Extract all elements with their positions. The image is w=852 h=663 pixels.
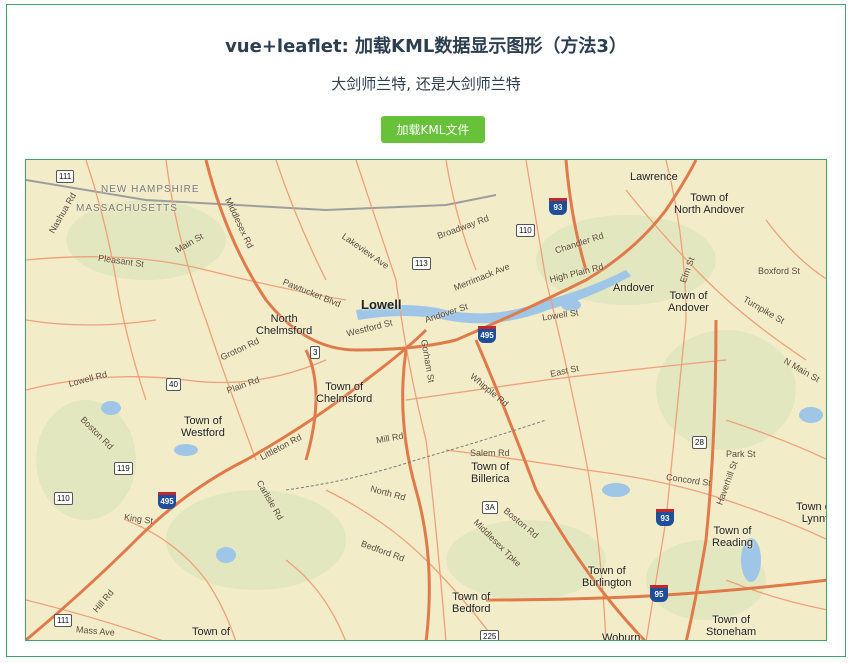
state-label: NEW HAMPSHIRE [101,184,200,195]
city-label: Town of Burlington [582,565,632,589]
route-shield: 28 [692,436,707,449]
city-label: Town of Chelmsford [316,381,373,405]
city-label: Town of Andover [668,290,709,314]
road-label: Park St [726,449,756,459]
interstate-shield: 93 [549,198,567,215]
interstate-shield: 95 [650,585,668,602]
city-label: Town of Westford [181,415,225,439]
city-label: Town of [192,626,230,638]
road-label: Salem Rd [470,448,510,458]
city-label: Town of Billerica [471,461,510,485]
interstate-shield: 495 [158,492,176,509]
route-shield: 111 [56,170,75,183]
interstate-shield: 495 [478,326,496,343]
basemap-tiles [26,160,826,640]
city-label: Town of Lynnf [796,501,827,525]
city-label: Lowell [361,297,402,312]
load-kml-button[interactable]: 加载KML文件 [381,116,485,143]
page-subtitle: 大剑师兰特, 还是大剑师兰特 [331,75,521,93]
route-shield: 3 [310,346,321,359]
city-label: Lawrence [630,171,678,183]
city-label: Town of Bedford [452,591,491,615]
city-label: Town of Reading [712,525,753,549]
route-shield: 3A [482,501,498,514]
route-shield: 110 [54,492,73,505]
route-shield: 113 [412,257,431,270]
city-label: North Chelmsford [256,313,313,337]
road-label: Boxford St [758,266,801,276]
route-shield: 225 [480,630,500,640]
city-label: Woburn [602,632,641,641]
route-shield: 111 [54,614,73,627]
interstate-shield: 93 [656,509,674,526]
route-shield: 40 [166,378,181,391]
state-label: MASSACHUSETTS [76,203,178,214]
route-shield: 110 [516,224,535,237]
route-shield: 119 [114,462,133,475]
page-title: vue+leaflet: 加载KML数据显示图形（方法3） [225,36,627,57]
map-container[interactable]: NEW HAMPSHIRE MASSACHUSETTS Lowell North… [25,159,827,641]
city-label: Town of Stoneham [706,614,757,638]
city-label: Andover [613,282,654,294]
city-label: Town of North Andover [674,192,745,216]
